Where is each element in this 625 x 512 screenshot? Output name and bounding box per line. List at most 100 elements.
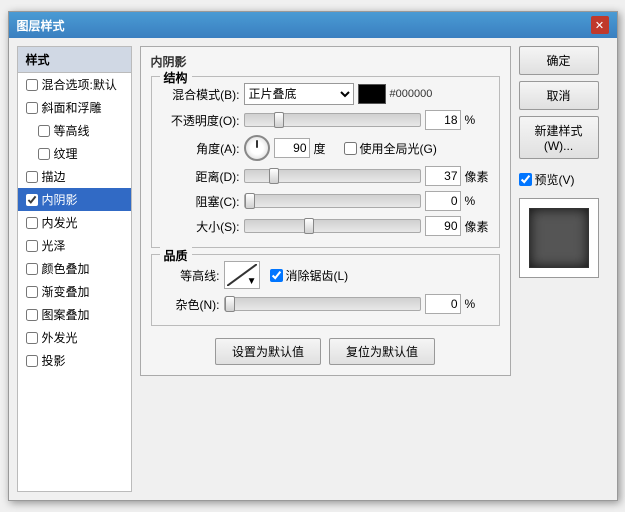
blend-mode-label: 混合模式(B): xyxy=(160,86,240,103)
size-label: 大小(S): xyxy=(160,218,240,235)
distance-slider-container xyxy=(244,169,421,183)
antialias-checkbox[interactable] xyxy=(270,269,283,282)
blending-checkbox[interactable] xyxy=(26,79,38,91)
opacity-input[interactable] xyxy=(425,110,461,130)
satin-checkbox[interactable] xyxy=(26,240,38,252)
sidebar-item-gradient-overlay[interactable]: 渐变叠加 xyxy=(18,280,131,303)
structure-group: 结构 混合模式(B): 正常溶解正片叠底滤色叠加 #000000 不透明度(O)… xyxy=(151,76,500,248)
choke-input[interactable] xyxy=(425,191,461,211)
noise-label: 杂色(N): xyxy=(160,296,220,313)
distance-input[interactable] xyxy=(425,166,461,186)
quality-group: 品质 等高线: ▼ 消除锯齿(L) xyxy=(151,254,500,326)
angle-dial[interactable] xyxy=(244,135,270,161)
sidebar-item-inner-shadow[interactable]: 内阴影 xyxy=(18,188,131,211)
choke-slider-container xyxy=(244,194,421,208)
distance-label: 距离(D): xyxy=(160,168,240,185)
global-light-label: 使用全局光(G) xyxy=(344,140,437,157)
sidebar-item-bevel[interactable]: 斜面和浮雕 xyxy=(18,96,131,119)
cancel-button[interactable]: 取消 xyxy=(519,81,599,110)
color-hex-value: #000000 xyxy=(390,88,433,100)
size-slider[interactable] xyxy=(244,219,421,233)
sidebar-item-satin[interactable]: 光泽 xyxy=(18,234,131,257)
angle-label: 角度(A): xyxy=(160,140,240,157)
opacity-unit: % xyxy=(465,113,491,127)
opacity-row: 不透明度(O): % xyxy=(160,110,491,130)
size-row: 大小(S): 像素 xyxy=(160,216,491,236)
size-unit: 像素 xyxy=(465,218,491,235)
ok-button[interactable]: 确定 xyxy=(519,46,599,75)
choke-slider[interactable] xyxy=(244,194,421,208)
drop-shadow-checkbox[interactable] xyxy=(26,355,38,367)
blend-mode-row: 混合模式(B): 正常溶解正片叠底滤色叠加 #000000 xyxy=(160,83,491,105)
sidebar-item-label: 纹理 xyxy=(54,145,78,162)
sidebar-item-stroke[interactable]: 描边 xyxy=(18,165,131,188)
global-light-checkbox[interactable] xyxy=(344,142,357,155)
sidebar-title: 样式 xyxy=(18,47,131,73)
opacity-slider-container xyxy=(244,113,421,127)
sidebar-item-contour[interactable]: 等高线 xyxy=(18,119,131,142)
preview-label-row: 预览(V) xyxy=(519,171,609,188)
sidebar-item-label: 图案叠加 xyxy=(42,306,90,323)
stroke-checkbox[interactable] xyxy=(26,171,38,183)
right-panel: 确定 取消 新建样式(W)... 预览(V) xyxy=(519,46,609,492)
noise-unit: % xyxy=(465,297,491,311)
angle-unit: 度 xyxy=(314,140,340,157)
sidebar-item-texture[interactable]: 纹理 xyxy=(18,142,131,165)
inner-shadow-checkbox[interactable] xyxy=(26,194,38,206)
preview-label: 预览(V) xyxy=(535,171,575,188)
color-picker-box[interactable] xyxy=(358,84,386,104)
preview-inner xyxy=(529,208,589,268)
bevel-checkbox[interactable] xyxy=(26,102,38,114)
noise-slider-container xyxy=(224,297,421,311)
blend-mode-select[interactable]: 正常溶解正片叠底滤色叠加 xyxy=(244,83,354,105)
sidebar-item-drop-shadow[interactable]: 投影 xyxy=(18,349,131,372)
size-input[interactable] xyxy=(425,216,461,236)
sidebar-item-label: 斜面和浮雕 xyxy=(42,99,102,116)
opacity-label: 不透明度(O): xyxy=(160,112,240,129)
noise-row: 杂色(N): % xyxy=(160,294,491,314)
sidebar-item-outer-glow[interactable]: 外发光 xyxy=(18,326,131,349)
choke-label: 阻塞(C): xyxy=(160,193,240,210)
distance-slider[interactable] xyxy=(244,169,421,183)
noise-slider[interactable] xyxy=(224,297,421,311)
opacity-slider[interactable] xyxy=(244,113,421,127)
preview-box xyxy=(519,198,599,278)
contour-row: 等高线: ▼ 消除锯齿(L) xyxy=(160,261,491,289)
angle-input[interactable] xyxy=(274,138,310,158)
sidebar: 样式 混合选项:默认 斜面和浮雕 等高线 纹理 描边 xyxy=(17,46,132,492)
sidebar-item-inner-glow[interactable]: 内发光 xyxy=(18,211,131,234)
close-button[interactable]: ✕ xyxy=(591,16,609,34)
texture-checkbox[interactable] xyxy=(38,148,50,160)
inner-glow-checkbox[interactable] xyxy=(26,217,38,229)
dialog-title: 图层样式 xyxy=(17,17,65,34)
angle-row: 角度(A): 度 使用全局光(G) xyxy=(160,135,491,161)
bottom-buttons: 设置为默认值 复位为默认值 xyxy=(151,332,500,369)
color-overlay-checkbox[interactable] xyxy=(26,263,38,275)
set-default-button[interactable]: 设置为默认值 xyxy=(215,338,321,365)
sidebar-item-pattern-overlay[interactable]: 图案叠加 xyxy=(18,303,131,326)
main-content: 内阴影 结构 混合模式(B): 正常溶解正片叠底滤色叠加 #000000 不透明… xyxy=(140,46,511,492)
gradient-overlay-checkbox[interactable] xyxy=(26,286,38,298)
restore-default-button[interactable]: 复位为默认值 xyxy=(329,338,435,365)
contour-checkbox[interactable] xyxy=(38,125,50,137)
dialog-body: 样式 混合选项:默认 斜面和浮雕 等高线 纹理 描边 xyxy=(9,38,617,500)
distance-unit: 像素 xyxy=(465,168,491,185)
preview-checkbox[interactable] xyxy=(519,173,532,186)
noise-input[interactable] xyxy=(425,294,461,314)
distance-row: 距离(D): 像素 xyxy=(160,166,491,186)
sidebar-item-blending[interactable]: 混合选项:默认 xyxy=(18,73,131,96)
pattern-overlay-checkbox[interactable] xyxy=(26,309,38,321)
sidebar-item-label: 内发光 xyxy=(42,214,78,231)
sidebar-item-label: 混合选项:默认 xyxy=(42,76,117,93)
contour-preview[interactable]: ▼ xyxy=(224,261,260,289)
sidebar-item-label: 外发光 xyxy=(42,329,78,346)
title-bar: 图层样式 ✕ xyxy=(9,12,617,38)
sidebar-item-color-overlay[interactable]: 颜色叠加 xyxy=(18,257,131,280)
choke-unit: % xyxy=(465,194,491,208)
sidebar-item-label: 投影 xyxy=(42,352,66,369)
outer-glow-checkbox[interactable] xyxy=(26,332,38,344)
antialias-text: 消除锯齿(L) xyxy=(286,267,349,284)
new-style-button[interactable]: 新建样式(W)... xyxy=(519,116,599,159)
inner-shadow-panel: 内阴影 结构 混合模式(B): 正常溶解正片叠底滤色叠加 #000000 不透明… xyxy=(140,46,511,376)
structure-legend: 结构 xyxy=(160,69,192,86)
